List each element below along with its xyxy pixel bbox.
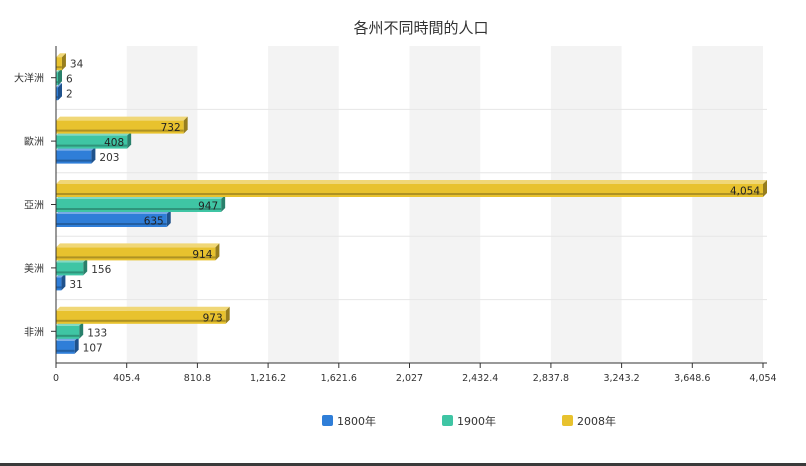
- bar-front-face: [56, 262, 84, 276]
- x-tick-label: 810.8: [184, 373, 211, 384]
- bar-1800年-非洲: [56, 336, 79, 354]
- bar-1900年-美洲: [56, 258, 88, 276]
- x-tick-label: 405.4: [113, 373, 140, 384]
- bar-front-shade: [56, 208, 222, 210]
- legend-swatch: [322, 415, 333, 426]
- legend-item-1900年[interactable]: 1900年: [442, 414, 496, 428]
- bar-1900年-大洋洲: [56, 68, 62, 86]
- category-label: 歐洲: [24, 135, 44, 148]
- bar-front-shade: [56, 319, 226, 322]
- legend-label: 1800年: [337, 414, 376, 428]
- x-tick-label: 2,837.8: [533, 373, 569, 384]
- bar-1800年-歐洲: [56, 146, 96, 164]
- legend-item-1800年[interactable]: 1800年: [322, 414, 376, 428]
- population-bar-chart: 各州不同時間的人口 非洲 美洲 亞洲 歐洲 大洋洲 0 405.4 810.8 1,216.2 1…: [14, 19, 777, 428]
- bar-front-shade: [56, 334, 80, 337]
- data-label: 4,054: [730, 186, 760, 198]
- legend-item-2008年[interactable]: 2008年: [562, 414, 616, 428]
- data-label: 914: [192, 249, 212, 261]
- x-tick-label: 3,243.2: [603, 373, 639, 384]
- x-tick-label: 2,432.4: [462, 373, 498, 384]
- x-tick-label: 0: [53, 373, 59, 384]
- data-label: 156: [91, 264, 111, 276]
- chart-title: 各州不同時間的人口: [353, 19, 488, 37]
- legend-label: 1900年: [457, 414, 496, 428]
- bar-2008年-亞洲: [56, 180, 767, 197]
- bar-front-shade: [56, 66, 62, 69]
- grid-band: [692, 46, 763, 363]
- grid-band: [268, 46, 339, 363]
- x-tick-label: 1,621.6: [321, 373, 357, 384]
- bar-front-shade: [56, 193, 763, 195]
- data-label: 6: [66, 74, 73, 86]
- data-label: 973: [203, 312, 223, 324]
- bar-front-shade: [56, 159, 92, 162]
- category-label: 亞洲: [24, 200, 44, 212]
- legend-swatch: [562, 415, 573, 426]
- bar-1900年-非洲: [56, 321, 84, 339]
- data-label: 34: [70, 59, 84, 71]
- data-label: 203: [99, 152, 119, 164]
- bar-top-face: [56, 180, 767, 184]
- data-label: 2: [66, 89, 73, 101]
- bar-front-face: [56, 325, 80, 339]
- grid-band: [550, 46, 622, 363]
- bar-front-face: [56, 150, 92, 164]
- bar-1800年-美洲: [56, 273, 66, 291]
- bar-top-face: [56, 116, 188, 121]
- bar-front-shade: [56, 271, 84, 274]
- data-label: 107: [83, 342, 103, 354]
- bar-front-face: [56, 199, 222, 212]
- legend-swatch: [442, 415, 453, 426]
- bar-front-face: [56, 277, 62, 291]
- bar-front-shade: [56, 349, 75, 352]
- data-label: 408: [104, 137, 124, 149]
- bar-top-face: [56, 243, 220, 248]
- bar-front-face: [56, 57, 62, 71]
- category-label: 非洲: [24, 326, 44, 338]
- x-tick-label: 3,648.6: [674, 373, 710, 384]
- bar-front-face: [56, 184, 763, 197]
- bar-front-shade: [56, 286, 62, 289]
- data-label: 635: [144, 216, 164, 228]
- bar-top-face: [56, 306, 230, 311]
- x-tick-label: 1,216.2: [250, 373, 286, 384]
- bar-1800年-大洋洲: [56, 83, 62, 101]
- grid-band: [409, 46, 481, 363]
- bar-front-face: [56, 310, 226, 324]
- bar-front-face: [56, 340, 75, 354]
- legend-label: 2008年: [577, 414, 616, 428]
- data-label: 133: [87, 327, 107, 339]
- data-label: 31: [69, 279, 82, 291]
- bar-2008年-大洋洲: [56, 53, 66, 71]
- category-label: 大洋洲: [14, 72, 44, 85]
- data-label: 947: [198, 201, 218, 213]
- data-label: 732: [161, 122, 181, 134]
- category-label: 美洲: [24, 262, 44, 275]
- x-tick-label: 4,054: [749, 373, 776, 384]
- x-tick-label: 2,027: [396, 373, 423, 384]
